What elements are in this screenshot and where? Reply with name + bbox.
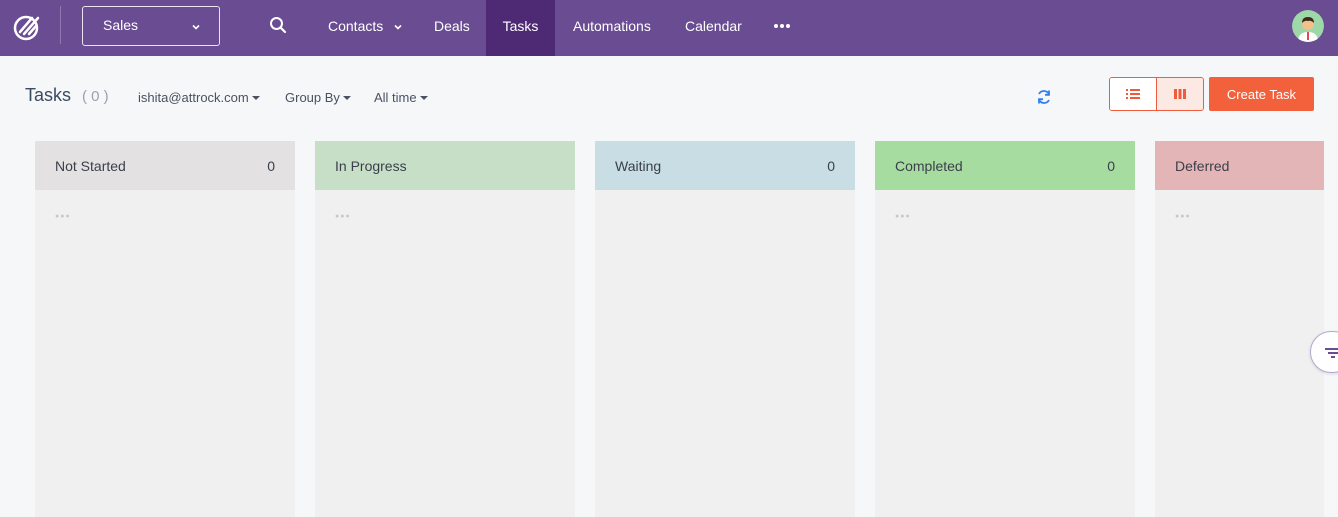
nav-automations[interactable]: Automations <box>573 0 651 56</box>
nav-deals[interactable]: Deals <box>434 0 470 56</box>
search-icon[interactable] <box>269 16 287 34</box>
column-count: 0 <box>827 158 835 174</box>
owner-filter-label: ishita@attrock.com <box>138 90 249 105</box>
column-title: Completed <box>895 158 963 174</box>
pipeline-label: Sales <box>103 17 139 33</box>
column-title: Waiting <box>615 158 662 174</box>
owner-filter[interactable]: ishita@attrock.com <box>138 90 260 105</box>
group-by-label: Group By <box>285 90 340 105</box>
board-column-completed: Completed 0 ●●● <box>875 141 1135 517</box>
nav-divider <box>60 6 61 44</box>
group-by-filter[interactable]: Group By <box>285 90 351 105</box>
board-column-in-progress: In Progress ●●● <box>315 141 575 517</box>
caret-down-icon <box>251 96 260 100</box>
column-title: Not Started <box>55 158 126 174</box>
logo-icon[interactable] <box>12 10 44 42</box>
column-count: 0 <box>267 158 275 174</box>
loading-placeholder: ●●● <box>55 213 71 220</box>
column-header: Waiting 0 <box>595 141 855 190</box>
board-column-not-started: Not Started 0 ●●● <box>35 141 295 517</box>
chevron-down-icon <box>393 1 403 30</box>
nav-contacts[interactable]: Contacts <box>328 0 403 56</box>
list-view-icon[interactable] <box>1110 78 1157 110</box>
time-filter-label: All time <box>374 90 417 105</box>
board-column-deferred: Deferred ●●● <box>1155 141 1324 517</box>
view-toggle <box>1109 77 1204 111</box>
column-title: In Progress <box>335 158 407 174</box>
pipeline-select[interactable]: Sales <box>82 6 220 46</box>
nav-tasks[interactable]: Tasks <box>486 0 555 56</box>
more-icon[interactable] <box>773 17 791 35</box>
page-title: Tasks <box>25 85 72 105</box>
loading-placeholder: ●●● <box>895 213 911 220</box>
column-count: 0 <box>1107 158 1115 174</box>
column-header: In Progress <box>315 141 575 190</box>
chevron-down-icon <box>191 19 201 30</box>
board-column-waiting: Waiting 0 <box>595 141 855 517</box>
nav-calendar[interactable]: Calendar <box>685 0 742 56</box>
column-header: Not Started 0 <box>35 141 295 190</box>
loading-placeholder: ●●● <box>335 213 351 220</box>
caret-down-icon <box>342 96 351 100</box>
loading-placeholder: ●●● <box>1175 213 1191 220</box>
column-header: Completed 0 <box>875 141 1135 190</box>
caret-down-icon <box>419 96 428 100</box>
column-header: Deferred <box>1155 141 1324 190</box>
board-view-icon[interactable] <box>1156 78 1203 110</box>
create-task-button[interactable]: Create Task <box>1209 77 1314 111</box>
avatar[interactable] <box>1292 10 1324 42</box>
nav-contacts-label: Contacts <box>328 18 384 34</box>
refresh-icon[interactable] <box>1035 88 1053 106</box>
top-nav: Sales Contacts Deals Tasks Automations C… <box>0 0 1338 56</box>
time-filter[interactable]: All time <box>374 90 428 105</box>
column-title: Deferred <box>1175 158 1230 174</box>
task-count: ( 0 ) <box>82 88 109 105</box>
